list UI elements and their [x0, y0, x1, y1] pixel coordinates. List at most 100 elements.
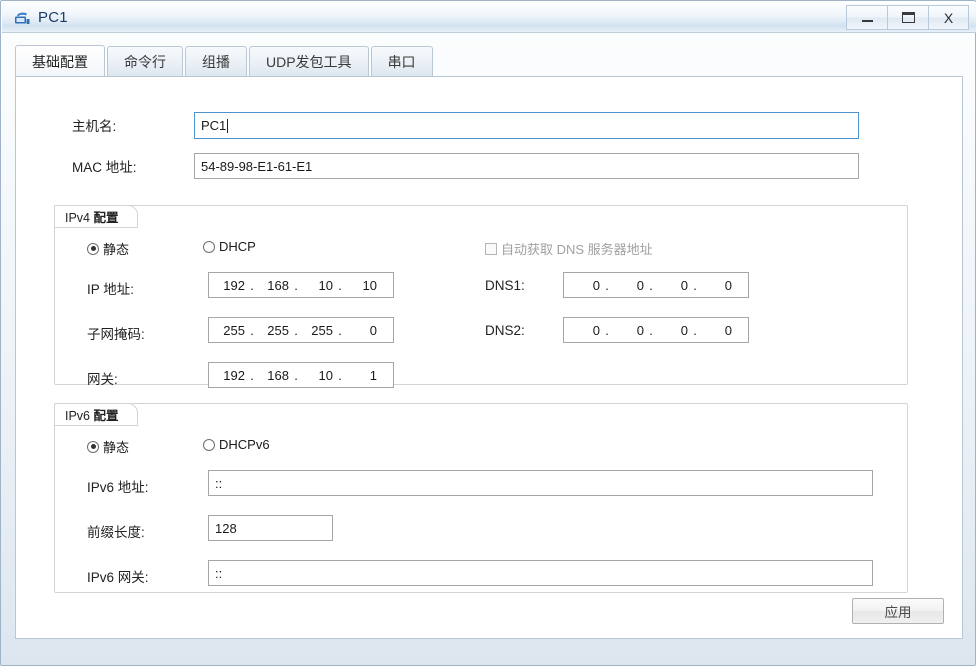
auto-dns-checkbox[interactable]: 自动获取 DNS 服务器地址: [485, 239, 653, 258]
ipv4-group: IPv4 配置 静态 DHCP 自动获取 DNS 服务器地址 IP 地址: 19…: [54, 205, 908, 385]
ipv4-gateway-octet-2: 168: [257, 368, 291, 383]
dns2-octet-4: 0: [700, 323, 734, 338]
dns1-octet-3: 0: [656, 278, 690, 293]
pc-config-window: PC1 X 基础配置 命令行 组播 UDP发包工具 串口 主机名: PC1: [0, 0, 976, 666]
minimize-icon: [862, 20, 873, 22]
checkbox-unchecked-icon: [485, 243, 497, 255]
minimize-button[interactable]: [846, 5, 887, 30]
ipv6-group-label: IPv6 配置: [65, 405, 119, 424]
hostname-value: PC1: [201, 118, 226, 133]
octet-separator: .: [646, 323, 656, 338]
window-controls: X: [846, 5, 969, 30]
ipv6-group: IPv6 配置 静态 DHCPv6 IPv6 地址: :: 前缀长度: 128 …: [54, 403, 908, 593]
octet-separator: .: [247, 368, 257, 383]
prefix-length-label: 前缀长度:: [87, 521, 145, 541]
octet-separator: .: [247, 278, 257, 293]
tab-command-line[interactable]: 命令行: [107, 46, 183, 77]
radio-on-icon: [87, 441, 99, 453]
tab-strip: 基础配置 命令行 组播 UDP发包工具 串口: [15, 45, 963, 77]
ipv4-static-radio[interactable]: 静态: [87, 239, 129, 258]
ipv6-dhcpv6-radio[interactable]: DHCPv6: [203, 437, 270, 452]
ipv4-gateway-octet-4: 1: [345, 368, 379, 383]
ipv4-address-octet-4: 10: [345, 278, 379, 293]
ipv6-address-value: ::: [215, 476, 222, 491]
octet-separator: .: [291, 278, 301, 293]
mac-row: MAC 地址:: [72, 156, 192, 176]
octet-separator: .: [335, 278, 345, 293]
octet-separator: .: [291, 368, 301, 383]
ipv4-gateway-input[interactable]: 192 . 168 . 10 . 1: [208, 362, 394, 388]
ipv6-group-header: IPv6 配置: [54, 403, 138, 426]
subnet-mask-octet-4: 0: [345, 323, 379, 338]
ipv6-address-input[interactable]: ::: [208, 470, 873, 496]
ipv4-gateway-label: 网关:: [87, 368, 118, 388]
ipv6-gateway-value: ::: [215, 566, 222, 581]
ipv4-dhcp-label: DHCP: [219, 239, 256, 254]
octet-separator: .: [690, 278, 700, 293]
octet-separator: .: [690, 323, 700, 338]
dns1-input[interactable]: 0 . 0 . 0 . 0: [563, 272, 749, 298]
tab-serial-port[interactable]: 串口: [371, 46, 433, 77]
prefix-length-value: 128: [215, 521, 237, 536]
mac-label: MAC 地址:: [72, 156, 192, 176]
ipv4-gateway-octet-3: 10: [301, 368, 335, 383]
subnet-mask-octet-2: 255: [257, 323, 291, 338]
octet-separator: .: [335, 323, 345, 338]
auto-dns-label: 自动获取 DNS 服务器地址: [501, 239, 653, 258]
ipv6-dhcpv6-label: DHCPv6: [219, 437, 270, 452]
ipv4-address-octet-3: 10: [301, 278, 335, 293]
apply-button[interactable]: 应用: [852, 598, 944, 624]
radio-off-icon: [203, 241, 215, 253]
octet-separator: .: [602, 323, 612, 338]
titlebar-left: PC1: [13, 2, 68, 33]
hostname-row: 主机名:: [72, 115, 192, 135]
octet-separator: .: [247, 323, 257, 338]
subnet-mask-label: 子网掩码:: [87, 323, 145, 343]
ipv4-gateway-octet-1: 192: [213, 368, 247, 383]
subnet-mask-octet-1: 255: [213, 323, 247, 338]
ipv6-address-label: IPv6 地址:: [87, 476, 149, 496]
ipv4-group-header: IPv4 配置: [54, 205, 138, 228]
hostname-label: 主机名:: [72, 115, 192, 135]
dns2-label: DNS2:: [485, 323, 525, 338]
octet-separator: .: [602, 278, 612, 293]
subnet-mask-input[interactable]: 255 . 255 . 255 . 0: [208, 317, 394, 343]
radio-off-icon: [203, 439, 215, 451]
ipv4-address-input[interactable]: 192 . 168 . 10 . 10: [208, 272, 394, 298]
ipv6-static-label: 静态: [103, 437, 129, 456]
ipv6-static-radio[interactable]: 静态: [87, 437, 129, 456]
window-title: PC1: [38, 9, 68, 26]
text-caret: [227, 119, 228, 133]
prefix-length-input[interactable]: 128: [208, 515, 333, 541]
tab-udp-tool[interactable]: UDP发包工具: [249, 46, 369, 77]
ipv4-address-label: IP 地址:: [87, 278, 134, 298]
dns1-label: DNS1:: [485, 278, 525, 293]
ipv4-static-label: 静态: [103, 239, 129, 258]
maximize-icon: [902, 12, 915, 23]
ipv4-group-label: IPv4 配置: [65, 207, 119, 226]
hostname-input[interactable]: PC1: [194, 112, 859, 139]
ipv4-address-octet-2: 168: [257, 278, 291, 293]
dns2-octet-1: 0: [568, 323, 602, 338]
tab-basic-config[interactable]: 基础配置: [15, 45, 105, 77]
octet-separator: .: [646, 278, 656, 293]
mac-input[interactable]: 54-89-98-E1-61-E1: [194, 153, 859, 179]
octet-separator: .: [291, 323, 301, 338]
ipv4-dhcp-radio[interactable]: DHCP: [203, 239, 256, 254]
ipv6-gateway-label: IPv6 网关:: [87, 566, 149, 586]
tab-multicast[interactable]: 组播: [185, 46, 247, 77]
close-button[interactable]: X: [928, 5, 969, 30]
dns2-octet-3: 0: [656, 323, 690, 338]
dns2-input[interactable]: 0 . 0 . 0 . 0: [563, 317, 749, 343]
window-titlebar[interactable]: PC1 X: [2, 2, 976, 33]
dns1-octet-1: 0: [568, 278, 602, 293]
basic-config-panel: 主机名: PC1 MAC 地址: 54-89-98-E1-61-E1 IPv4 …: [15, 76, 963, 639]
subnet-mask-octet-3: 255: [301, 323, 335, 338]
dns1-octet-2: 0: [612, 278, 646, 293]
ipv4-address-octet-1: 192: [213, 278, 247, 293]
mac-value: 54-89-98-E1-61-E1: [201, 159, 312, 174]
ipv6-gateway-input[interactable]: ::: [208, 560, 873, 586]
pc-device-icon: [13, 10, 31, 26]
maximize-button[interactable]: [887, 5, 928, 30]
dns2-octet-2: 0: [612, 323, 646, 338]
